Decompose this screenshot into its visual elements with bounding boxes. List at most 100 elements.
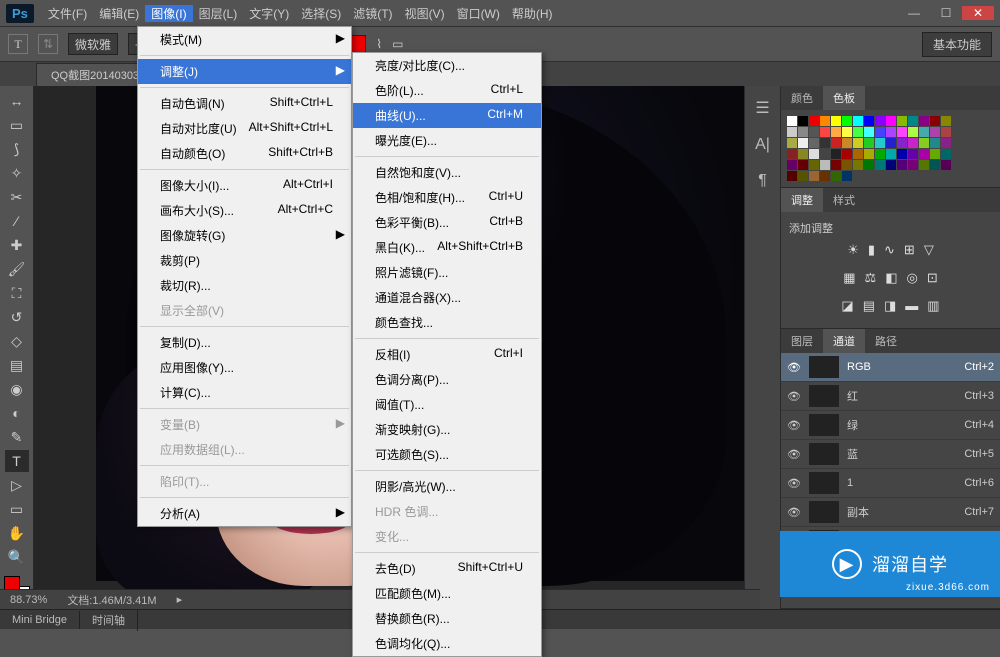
swatch[interactable] [831, 127, 841, 137]
healing-tool-icon[interactable]: ✚ [5, 234, 29, 256]
menu-8[interactable]: 窗口(W) [451, 5, 506, 22]
colorbal-icon[interactable]: ⚖ [865, 270, 877, 286]
marquee-tool-icon[interactable]: ▭ [5, 114, 29, 136]
menu-item[interactable]: 图像大小(I)...Alt+Ctrl+I [138, 173, 351, 198]
menu-item[interactable]: 替换颜色(R)... [353, 606, 541, 631]
adjustments-submenu[interactable]: 亮度/对比度(C)...色阶(L)...Ctrl+L曲线(U)...Ctrl+M… [352, 52, 542, 657]
character-mini-icon[interactable]: A| [755, 136, 770, 154]
swatch[interactable] [864, 138, 874, 148]
menu-item[interactable]: 通道混合器(X)... [353, 285, 541, 310]
swatch[interactable] [809, 160, 819, 170]
swatch[interactable] [842, 149, 852, 159]
visibility-icon[interactable]: 👁 [787, 477, 801, 490]
hue-icon[interactable]: ▦ [843, 270, 855, 286]
swatch[interactable] [875, 116, 885, 126]
visibility-icon[interactable]: 👁 [787, 419, 801, 432]
menu-item[interactable]: 自动对比度(U)Alt+Shift+Ctrl+L [138, 116, 351, 141]
history-brush-tool-icon[interactable]: ↺ [5, 306, 29, 328]
swatch[interactable] [853, 127, 863, 137]
swatch[interactable] [820, 171, 830, 181]
menu-5[interactable]: 选择(S) [295, 5, 347, 22]
swatch[interactable] [897, 116, 907, 126]
zoom-level[interactable]: 88.73% [10, 594, 47, 606]
exposure-icon[interactable]: ⊞ [904, 242, 915, 258]
tab-swatches[interactable]: 色板 [823, 86, 865, 110]
swatch[interactable] [842, 116, 852, 126]
swatch[interactable] [908, 160, 918, 170]
menu-item[interactable]: 自然饱和度(V)... [353, 160, 541, 185]
workspace-button[interactable]: 基本功能 [922, 32, 992, 57]
swatch[interactable] [853, 160, 863, 170]
swatch[interactable] [908, 149, 918, 159]
menu-item[interactable]: 陷印(T)... [138, 469, 351, 494]
menu-item[interactable]: 计算(C)... [138, 380, 351, 405]
menu-item[interactable]: 图像旋转(G)▶ [138, 223, 351, 248]
menu-item[interactable]: 模式(M)▶ [138, 27, 351, 52]
swatch[interactable] [853, 149, 863, 159]
menu-item[interactable]: 渐变映射(G)... [353, 417, 541, 442]
swatch[interactable] [864, 160, 874, 170]
close-button[interactable]: ✕ [962, 6, 994, 20]
menu-item[interactable]: 分析(A)▶ [138, 501, 351, 526]
swatch[interactable] [930, 138, 940, 148]
swatch[interactable] [842, 138, 852, 148]
menu-item[interactable]: 色阶(L)...Ctrl+L [353, 78, 541, 103]
zoom-tool-icon[interactable]: 🔍 [5, 546, 29, 568]
swatch[interactable] [897, 160, 907, 170]
channel-row[interactable]: 👁1Ctrl+6 [781, 469, 1000, 498]
swatch[interactable] [820, 160, 830, 170]
threshold-icon[interactable]: ◨ [884, 298, 896, 314]
menu-item[interactable]: 变量(B)▶ [138, 412, 351, 437]
swatch[interactable] [919, 127, 929, 137]
tab-color[interactable]: 颜色 [781, 86, 823, 110]
history-panel-icon[interactable]: ☰ [755, 98, 769, 118]
swatch[interactable] [930, 127, 940, 137]
swatch[interactable] [798, 116, 808, 126]
menu-item[interactable]: 照片滤镜(F)... [353, 260, 541, 285]
swatch[interactable] [875, 149, 885, 159]
menu-item[interactable]: 曝光度(E)... [353, 128, 541, 153]
photofilter-icon[interactable]: ◎ [907, 270, 918, 286]
menu-item[interactable]: 应用图像(Y)... [138, 355, 351, 380]
swatch[interactable] [941, 149, 951, 159]
menu-9[interactable]: 帮助(H) [506, 5, 559, 22]
menu-item[interactable]: 亮度/对比度(C)... [353, 53, 541, 78]
curves-icon[interactable]: ∿ [884, 242, 895, 258]
minibridge-tab[interactable]: Mini Bridge [0, 611, 80, 629]
gradient-tool-icon[interactable]: ▤ [5, 354, 29, 376]
brightness-icon[interactable]: ☀ [847, 242, 859, 258]
menu-item[interactable]: 复制(D)... [138, 330, 351, 355]
swatch[interactable] [908, 127, 918, 137]
menu-item[interactable]: 反相(I)Ctrl+I [353, 342, 541, 367]
stamp-tool-icon[interactable]: ⛶ [5, 282, 29, 304]
swatch[interactable] [809, 127, 819, 137]
swatch[interactable] [809, 116, 819, 126]
swatch[interactable] [842, 171, 852, 181]
character-panel-icon[interactable]: ▭ [392, 37, 403, 51]
tool-preset-icon[interactable]: T [8, 34, 28, 54]
swatch[interactable] [919, 116, 929, 126]
menu-item[interactable]: 阈值(T)... [353, 392, 541, 417]
menu-6[interactable]: 滤镜(T) [347, 5, 398, 22]
swatch[interactable] [842, 127, 852, 137]
swatch[interactable] [809, 138, 819, 148]
swatch[interactable] [787, 116, 797, 126]
tab-paths[interactable]: 路径 [865, 329, 907, 353]
bw-icon[interactable]: ◧ [885, 270, 897, 286]
visibility-icon[interactable]: 👁 [787, 361, 801, 374]
swatch[interactable] [831, 138, 841, 148]
channel-row[interactable]: 👁绿Ctrl+4 [781, 411, 1000, 440]
visibility-icon[interactable]: 👁 [787, 448, 801, 461]
swatch[interactable] [798, 160, 808, 170]
wand-tool-icon[interactable]: ✧ [5, 162, 29, 184]
menu-item[interactable]: 自动色调(N)Shift+Ctrl+L [138, 91, 351, 116]
visibility-icon[interactable]: 👁 [787, 390, 801, 403]
menu-item[interactable]: 色彩平衡(B)...Ctrl+B [353, 210, 541, 235]
swatch[interactable] [809, 171, 819, 181]
swatch[interactable] [831, 171, 841, 181]
selcolor-icon[interactable]: ▥ [927, 298, 939, 314]
swatch[interactable] [908, 116, 918, 126]
swatch[interactable] [941, 127, 951, 137]
path-select-tool-icon[interactable]: ▷ [5, 474, 29, 496]
tab-channels[interactable]: 通道 [823, 329, 865, 353]
